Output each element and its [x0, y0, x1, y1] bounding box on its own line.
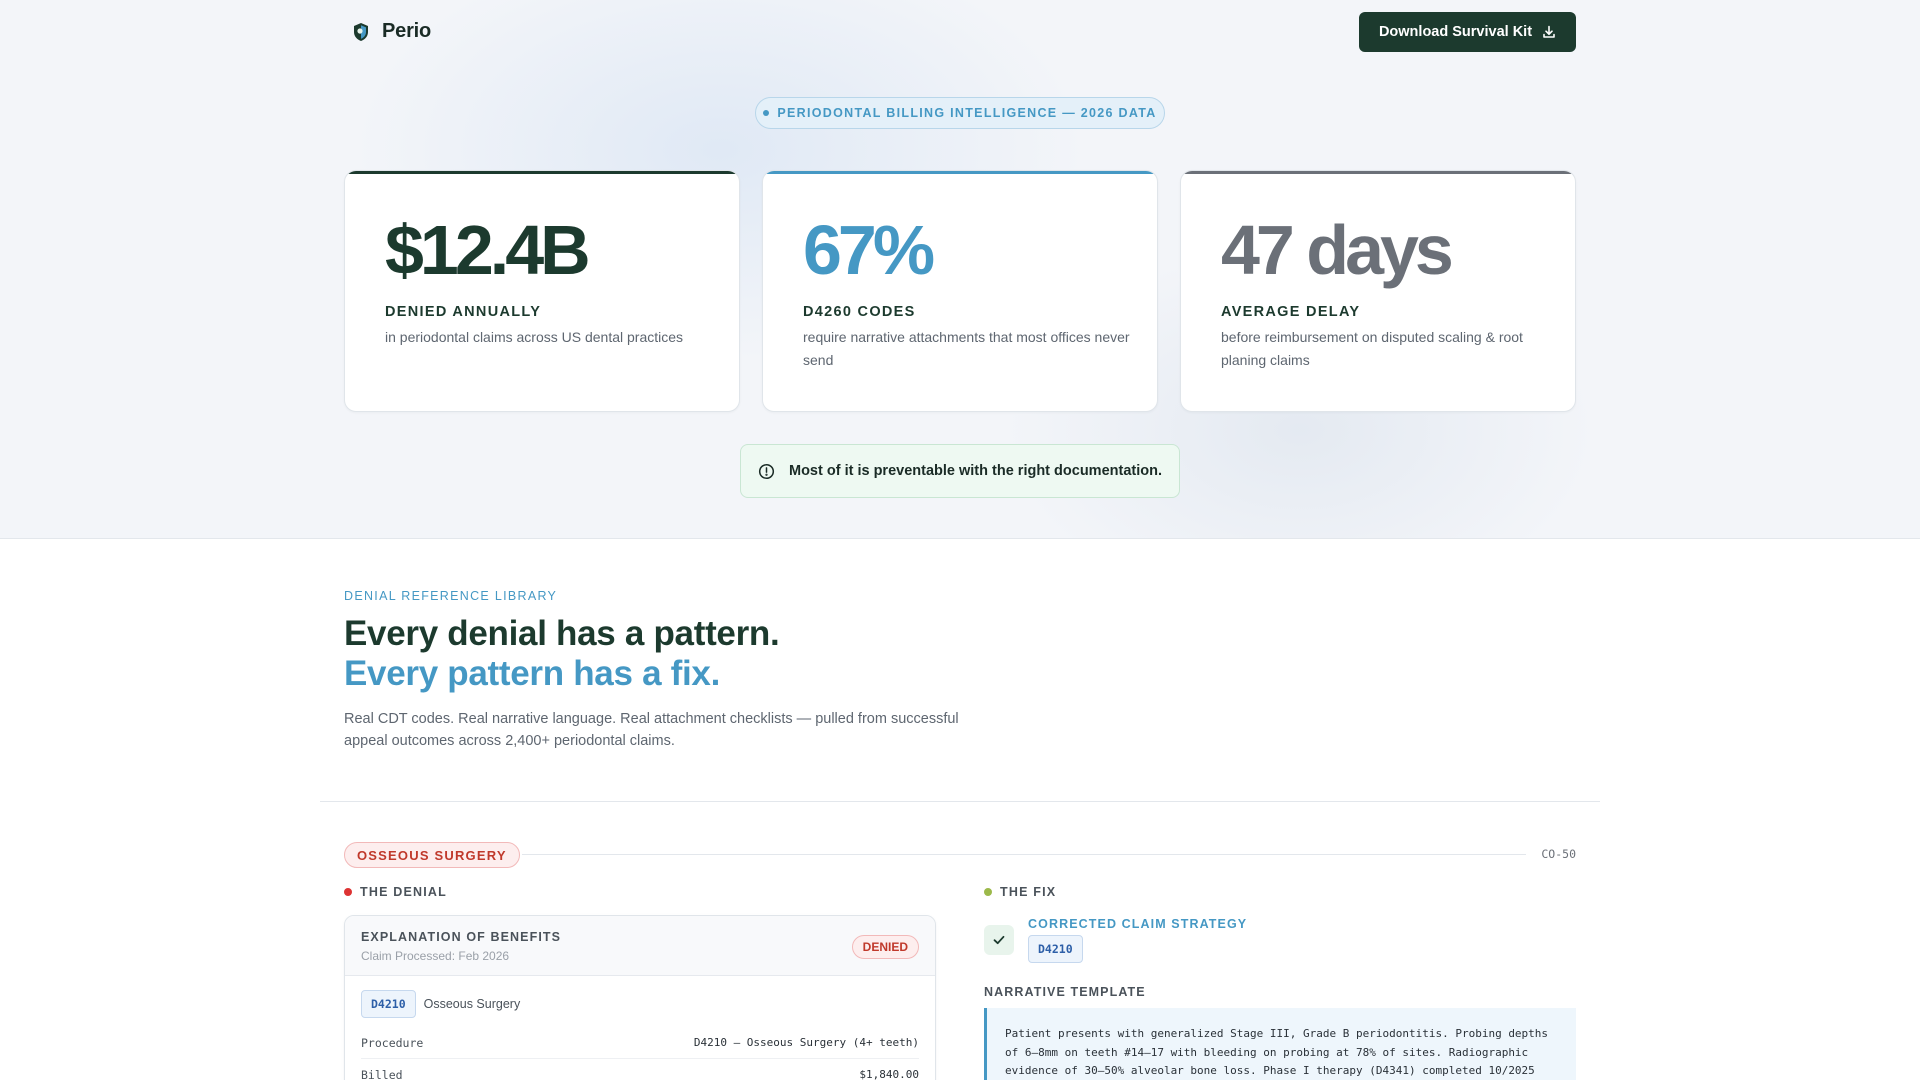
- alert-circle-icon: [758, 463, 775, 479]
- stat-label: D4260 CODES: [803, 304, 916, 320]
- fix-heading-label: THE FIX: [1000, 885, 1057, 899]
- corrected-strategy-title: CORRECTED CLAIM STRATEGY: [1028, 917, 1248, 931]
- fix-heading: THE FIX: [984, 885, 1056, 899]
- stat-value: $12.4B: [385, 211, 591, 289]
- eob-card: EXPLANATION OF BENEFITS Claim Processed:…: [344, 915, 936, 1080]
- denial-heading-label: THE DENIAL: [360, 885, 447, 899]
- tooth-shield-logo-icon: [354, 22, 368, 41]
- stat-description: in periodontal claims across US dental p…: [385, 329, 684, 345]
- hero-section: Perio Download Survival Kit PERIODONTAL …: [0, 0, 1920, 539]
- eob-row-value: $1,840.00: [859, 1068, 919, 1080]
- cdt-code-chip: D4210: [361, 990, 416, 1018]
- stat-description: before reimbursement on disputed scaling…: [1221, 329, 1523, 368]
- stat-label: DENIED ANNUALLY: [385, 304, 542, 320]
- tag-rule: [522, 854, 1526, 855]
- fix-dot: [984, 888, 992, 896]
- eob-row-value: D4210 — Osseous Surgery (4+ teeth): [693, 1036, 919, 1049]
- download-survival-kit-button[interactable]: Download Survival Kit: [1359, 12, 1576, 52]
- denial-heading: THE DENIAL: [344, 885, 447, 899]
- stat-value: 47 days: [1221, 211, 1454, 289]
- denied-status-badge: DENIED: [851, 935, 919, 959]
- eob-title: EXPLANATION OF BENEFITS: [361, 930, 562, 944]
- stat-label: AVERAGE DELAY: [1221, 304, 1361, 320]
- stat-card-denied: $12.4B DENIED ANNUALLY in periodontal cl…: [344, 170, 740, 412]
- brand-name: Perio: [382, 20, 432, 42]
- eob-row-key: Billed: [361, 1067, 403, 1080]
- cdt-code-description: Osseous Surgery: [423, 997, 521, 1011]
- download-icon: [1543, 25, 1555, 38]
- narrative-template-label: NARRATIVE TEMPLATE: [984, 985, 1146, 999]
- pill-dot: [763, 110, 770, 116]
- category-tag[interactable]: OSSEOUS SURGERY: [344, 842, 520, 868]
- brand[interactable]: Perio: [352, 20, 431, 43]
- eob-processed-date: Claim Processed: Feb 2026: [361, 949, 510, 963]
- stat-card-delay: 47 days AVERAGE DELAY before reimburseme…: [1180, 170, 1576, 412]
- library-eyebrow: DENIAL REFERENCE LIBRARY: [344, 589, 558, 603]
- narrative-template-text[interactable]: Patient presents with generalized Stage …: [984, 1008, 1576, 1080]
- strategy-code-wrap: D4210: [1028, 935, 1083, 963]
- stat-card-d4260: 67% D4260 CODES require narrative attach…: [762, 170, 1158, 412]
- eob-row-billed: Billed $1,840.00: [361, 1059, 919, 1080]
- preventable-note: Most of it is preventable with the right…: [740, 444, 1180, 498]
- note-text: Most of it is preventable with the right…: [789, 463, 1162, 479]
- eob-code-row: D4210 Osseous Surgery: [361, 990, 520, 1018]
- eob-row-procedure: Procedure D4210 — Osseous Surgery (4+ te…: [361, 1027, 919, 1059]
- eob-header: EXPLANATION OF BENEFITS Claim Processed:…: [345, 916, 935, 976]
- pill-label: PERIODONTAL BILLING INTELLIGENCE — 2026 …: [777, 106, 1157, 120]
- library-headline-1: Every denial has a pattern.: [344, 614, 780, 653]
- check-icon: [993, 935, 1005, 945]
- download-button-label: Download Survival Kit: [1378, 24, 1533, 40]
- check-badge: [984, 925, 1014, 955]
- cdt-code-chip: D4210: [1028, 935, 1083, 963]
- section-divider: [320, 801, 1600, 802]
- reason-code: CO-50: [1541, 847, 1576, 861]
- denial-dot: [344, 888, 352, 896]
- stat-value: 67%: [803, 211, 935, 289]
- library-headline-2: Every pattern has a fix.: [344, 654, 721, 693]
- eob-row-key: Procedure: [361, 1035, 424, 1050]
- data-pill: PERIODONTAL BILLING INTELLIGENCE — 2026 …: [755, 97, 1165, 129]
- top-nav: Perio Download Survival Kit: [344, 0, 1576, 64]
- stat-description: require narrative attachments that most …: [803, 329, 1130, 368]
- library-description: Real CDT codes. Real narrative language.…: [344, 711, 959, 749]
